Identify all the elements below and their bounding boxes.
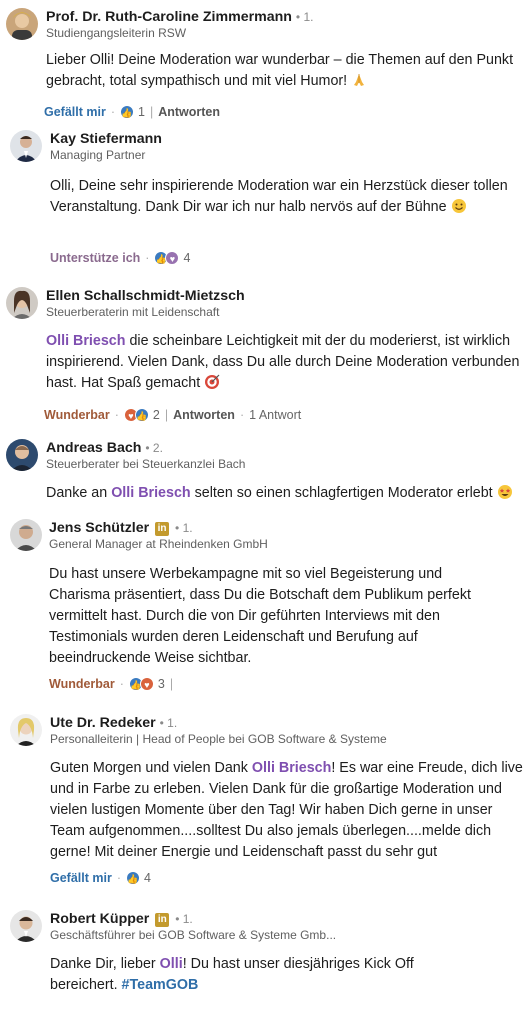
comment-text: Olli Briesch die scheinbare Leichtigkeit… <box>46 333 520 391</box>
like-button[interactable]: Gefällt mir <box>44 105 106 119</box>
reactions-summary[interactable]: 👍 <box>120 105 134 119</box>
reaction-count[interactable]: 4 <box>144 871 151 885</box>
reactions-summary[interactable]: 👍 ♥ <box>154 251 180 265</box>
author-headline: Geschäftsführer bei GOB Software & Syste… <box>50 928 337 942</box>
smile-icon <box>451 199 466 213</box>
avatar[interactable] <box>10 910 42 942</box>
love-button[interactable]: Wunderbar <box>44 408 110 422</box>
comment-text: Lieber Olli! Deine Moderation war wunder… <box>46 52 514 89</box>
support-button[interactable]: Unterstütze ich <box>50 251 140 265</box>
mention-link[interactable]: Olli Briesch <box>252 760 331 776</box>
avatar[interactable] <box>6 287 38 319</box>
comment-actions: Unterstütze ich · 👍 ♥ 4 <box>50 251 191 265</box>
like-icon: 👍 <box>120 105 134 119</box>
praying-hands-icon <box>354 74 365 86</box>
connection-degree: • 1. <box>175 912 193 926</box>
hashtag-link[interactable]: #TeamGOB <box>122 977 199 993</box>
comment-text: Olli, Deine sehr inspirierende Moderatio… <box>50 178 508 215</box>
comment-actions: Gefällt mir · 👍 4 <box>50 871 151 885</box>
comment-text: Du hast unsere Werbekampagne mit so viel… <box>49 566 471 666</box>
avatar[interactable] <box>6 8 38 40</box>
like-icon: 👍 <box>134 408 149 422</box>
author-headline: General Manager at Rheindenken GmbH <box>49 537 268 551</box>
reaction-count[interactable]: 3 <box>158 677 165 691</box>
author-name[interactable]: Andreas Bach <box>46 440 141 456</box>
support-icon: ♥ <box>165 251 180 265</box>
author-name[interactable]: Kay Stiefermann <box>50 130 522 148</box>
reactions-summary[interactable]: 👍 <box>126 871 140 885</box>
replies-count-link[interactable]: 1 Antwort <box>249 408 301 422</box>
avatar[interactable] <box>10 130 42 162</box>
reaction-count[interactable]: 4 <box>183 251 190 265</box>
reply-button[interactable]: Antworten <box>158 105 220 119</box>
mention-link[interactable]: Olli Briesch <box>111 485 190 501</box>
heart-icon: ♥ <box>139 677 154 691</box>
avatar[interactable] <box>10 519 42 551</box>
author-name[interactable]: Ellen Schallschmidt-Mietzsch <box>46 287 522 305</box>
reactions-summary[interactable]: 👍 ♥ <box>128 677 154 691</box>
author-headline: Studiengangsleiterin RSW <box>46 26 187 40</box>
author-headline: Steuerberaterin mit Leidenschaft <box>46 305 220 319</box>
connection-degree: • 1. <box>159 716 178 730</box>
star-struck-icon <box>497 485 512 499</box>
avatar[interactable] <box>6 439 38 471</box>
comment-actions: Wunderbar · 👍 ♥ 3 | <box>49 677 174 691</box>
linkedin-premium-icon: in <box>155 913 170 927</box>
connection-degree: • 1. <box>175 521 193 535</box>
reaction-count[interactable]: 1 <box>138 105 145 119</box>
mention-link[interactable]: Olli <box>160 956 183 972</box>
author-name[interactable]: Jens Schützler <box>49 520 149 536</box>
author-headline: Steuerberater bei Steuerkanzlei Bach <box>46 457 246 471</box>
comment-actions: Wunderbar · ♥ 👍 2 | Antworten · 1 Antwort <box>44 408 302 422</box>
target-icon <box>205 374 220 389</box>
reaction-count[interactable]: 2 <box>153 408 160 422</box>
avatar[interactable] <box>10 714 42 746</box>
comment-actions: Gefällt mir · 👍 1 | Antworten <box>44 105 221 119</box>
author-name[interactable]: Prof. Dr. Ruth-Caroline Zimmermann <box>46 9 292 25</box>
reply-button[interactable]: Antworten <box>173 408 235 422</box>
connection-degree: • 1. <box>295 10 314 24</box>
reactions-summary[interactable]: ♥ 👍 <box>123 408 149 422</box>
author-headline: Managing Partner <box>50 148 146 162</box>
author-name[interactable]: Robert Küpper <box>50 911 149 927</box>
comment-text: Danke an Olli Briesch selten so einen sc… <box>46 483 520 504</box>
connection-degree: • 2. <box>145 441 163 455</box>
linkedin-premium-icon: in <box>155 522 170 536</box>
author-headline: Personalleiterin | Head of People bei GO… <box>50 732 387 746</box>
like-icon: 👍 <box>126 871 140 885</box>
comment-text: Danke Dir, lieber Olli! Du hast unser di… <box>50 956 414 993</box>
comment-text: Guten Morgen und vielen Dank Olli Briesc… <box>50 760 523 860</box>
like-button[interactable]: Gefällt mir <box>50 871 112 885</box>
love-button[interactable]: Wunderbar <box>49 677 115 691</box>
author-name[interactable]: Ute Dr. Redeker <box>50 715 156 731</box>
mention-link[interactable]: Olli Briesch <box>46 333 125 349</box>
